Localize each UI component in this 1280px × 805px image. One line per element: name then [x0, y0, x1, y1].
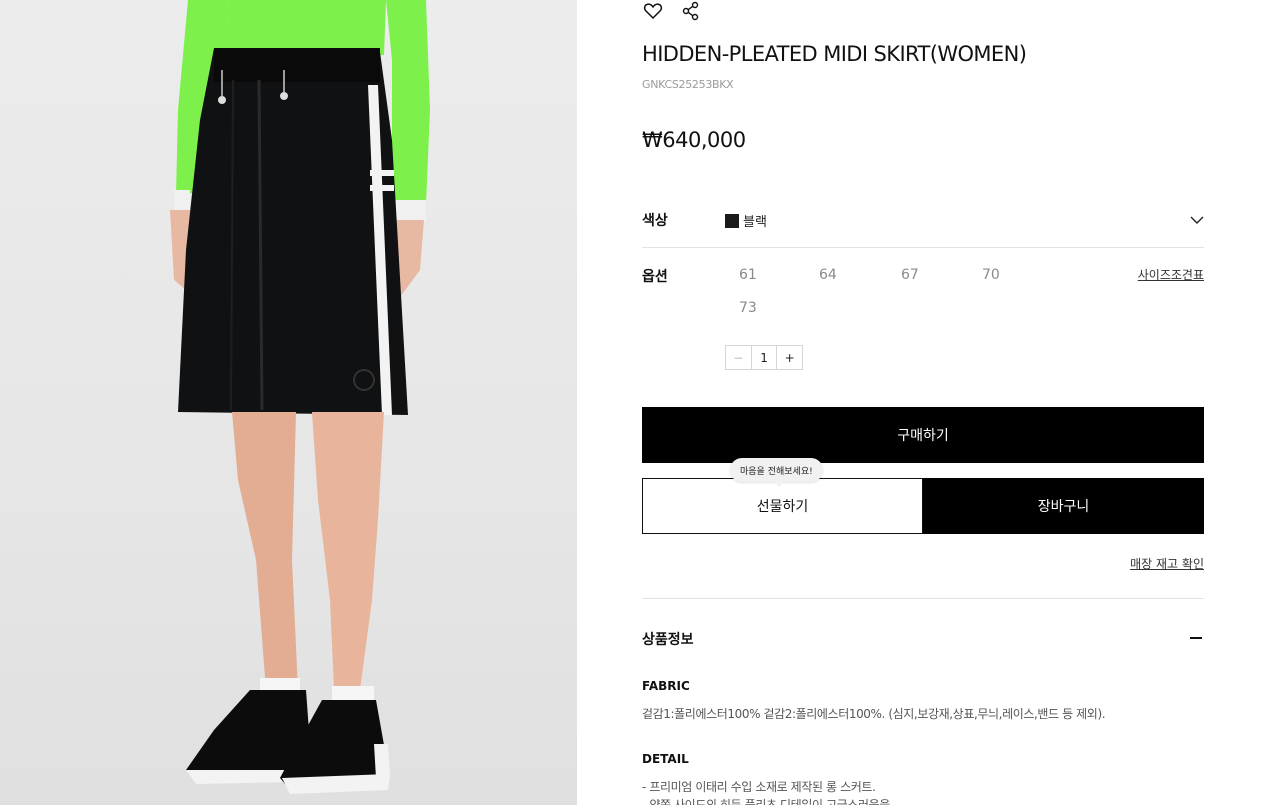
minus-icon[interactable] [1190, 637, 1202, 639]
store-stock-link[interactable]: 매장 재고 확인 [1130, 555, 1204, 572]
product-title: HIDDEN-PLEATED MIDI SKIRT(WOMEN) [642, 42, 1027, 66]
option-label: 옵션 [642, 269, 668, 285]
quantity-decrease-button[interactable]: − [726, 346, 752, 369]
product-info-panel: HIDDEN-PLEATED MIDI SKIRT(WOMEN) GNKCS25… [642, 0, 1204, 805]
detail-line-2: - 양쪽 사이드의 히든 플리츠 디테일이 고급스러움을 [642, 798, 890, 805]
color-value: 블랙 [725, 211, 767, 230]
share-icon[interactable] [680, 0, 702, 22]
cart-button[interactable]: 장바구니 [923, 478, 1204, 534]
size-option-73[interactable]: 73 [739, 300, 757, 316]
size-option-67[interactable]: 67 [901, 267, 919, 283]
heart-icon[interactable] [642, 0, 664, 22]
detail-heading: DETAIL [642, 752, 689, 766]
quantity-value[interactable]: 1 [752, 346, 777, 369]
color-label: 색상 [642, 213, 668, 229]
gift-tooltip: 마음을 전해보세요! [730, 458, 823, 487]
size-option-64[interactable]: 64 [819, 267, 837, 283]
size-option-70[interactable]: 70 [982, 267, 1000, 283]
section-divider [642, 598, 1204, 599]
quantity-increase-button[interactable]: + [776, 346, 802, 369]
size-option-61[interactable]: 61 [739, 267, 757, 283]
product-info-title: 상품정보 [642, 632, 694, 648]
chevron-down-icon[interactable] [1190, 212, 1204, 226]
fabric-text: 겉감1:폴리에스터100% 겉감2:폴리에스터100%. (심지,보강재,상표,… [642, 707, 1106, 721]
product-photo-illustration [170, 0, 430, 794]
product-image [0, 0, 577, 805]
fabric-heading: FABRIC [642, 679, 690, 693]
product-detail-page: HIDDEN-PLEATED MIDI SKIRT(WOMEN) GNKCS25… [0, 0, 1280, 805]
color-name: 블랙 [743, 215, 767, 230]
quantity-stepper: − 1 + [725, 345, 803, 370]
buy-button[interactable]: 구매하기 [642, 407, 1204, 463]
product-code: GNKCS25253BKX [642, 78, 734, 91]
detail-line-1: - 프리미엄 이태리 수입 소재로 제작된 롱 스커트. [642, 780, 876, 794]
product-price: ₩640,000 [642, 128, 746, 152]
size-guide-link[interactable]: 사이즈조견표 [1138, 266, 1204, 283]
product-actions [642, 0, 702, 22]
color-selector[interactable]: 색상 블랙 [642, 200, 1204, 248]
color-swatch [725, 213, 739, 228]
